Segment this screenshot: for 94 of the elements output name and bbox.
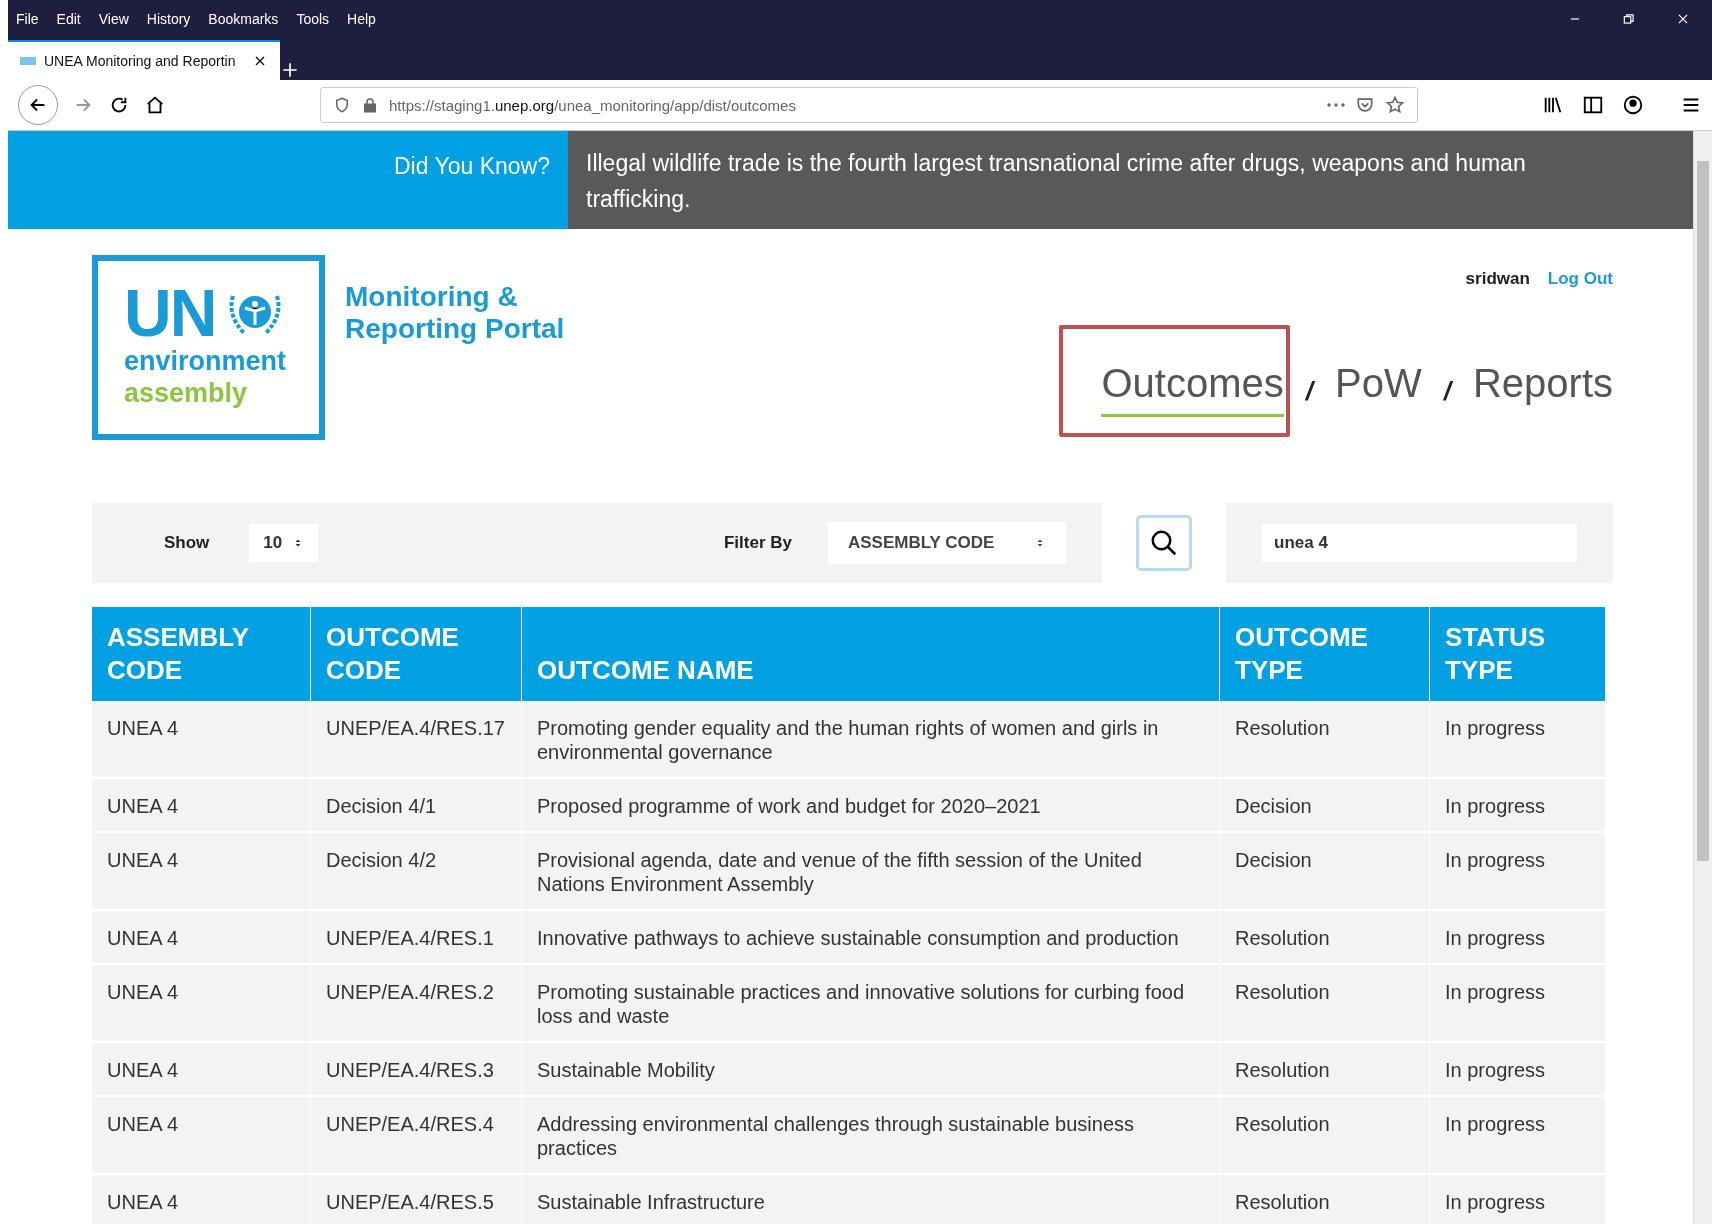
new-tab-button[interactable] (280, 60, 300, 80)
menu-item[interactable]: File (14, 9, 41, 29)
table-cell: UNEP/EA.4/RES.3 (310, 1042, 522, 1096)
lock-icon (361, 96, 379, 114)
sidebar-button[interactable] (1582, 94, 1604, 116)
table-cell: In progress (1429, 1096, 1606, 1174)
menu-item[interactable]: Edit (54, 9, 83, 29)
table-cell: In progress (1429, 1042, 1606, 1096)
restore-button[interactable] (1622, 12, 1636, 26)
logo-text: UN (124, 283, 216, 343)
username: sridwan (1465, 269, 1530, 289)
close-button[interactable] (1676, 12, 1690, 26)
show-label: Show (164, 533, 210, 553)
table-cell: Resolution (1219, 964, 1430, 1042)
nav-tab[interactable]: PoW (1335, 361, 1422, 417)
table-cell: Resolution (1219, 701, 1430, 778)
menu-item[interactable]: Bookmarks (206, 9, 281, 29)
restore-icon (1622, 12, 1636, 26)
column-header: ASSEMBLY CODE (92, 607, 311, 701)
table-cell: Sustainable Mobility (521, 1042, 1220, 1096)
star-icon (1385, 95, 1405, 115)
more-dots-icon (1327, 103, 1345, 107)
nav-separator: / (1443, 376, 1451, 408)
banner-label: Did You Know? (8, 131, 568, 229)
scrollbar[interactable] (1693, 131, 1712, 1224)
search-button[interactable] (1136, 515, 1192, 571)
account-button[interactable] (1622, 94, 1644, 116)
table-cell: Decision (1219, 832, 1430, 910)
menu-item[interactable]: View (96, 9, 131, 29)
filter-label: Filter By (723, 533, 792, 553)
menu-item[interactable]: Tools (294, 9, 332, 29)
table-cell: UNEA 4 (92, 778, 311, 832)
nav-tab[interactable]: Outcomes (1101, 361, 1284, 417)
pocket-icon (1355, 95, 1375, 115)
table-cell: Promoting gender equality and the human rights of women and girls in environmental governance (521, 701, 1220, 778)
table-cell: Proposed programme of work and budget for 2020–2021 (521, 778, 1220, 832)
table-cell: Innovative pathways to achieve sustainable consumption and production (521, 910, 1220, 964)
nav-tab[interactable]: Reports (1472, 361, 1613, 417)
table-cell: Addressing environmental challenges through sustainable business practices (521, 1096, 1220, 1174)
table-cell: UNEA 4 (92, 1042, 311, 1096)
table-cell: Resolution (1219, 910, 1430, 964)
table-cell: UNEA 4 (92, 832, 311, 910)
table-cell: In progress (1429, 832, 1606, 910)
table-cell: UNEA 4 (92, 964, 311, 1042)
site-favicon-icon (20, 55, 36, 67)
shield-icon (333, 96, 351, 114)
table-cell: In progress (1429, 910, 1606, 964)
table-cell: UNEA 4 (92, 910, 311, 964)
close-icon (1676, 12, 1690, 26)
library-button[interactable] (1542, 94, 1564, 116)
table-cell: UNEP/EA.4/RES.1 (310, 910, 522, 964)
table-cell: UNEA 4 (92, 1174, 311, 1224)
page-size-select[interactable]: 10 (249, 524, 319, 562)
home-icon (144, 94, 166, 116)
table-cell: Decision 4/1 (310, 778, 522, 832)
filter-select[interactable]: ASSEMBLY CODE (828, 522, 1066, 564)
address-bar[interactable]: https://staging1.unep.org/unea_monitoring/app/dist/outcomes (320, 87, 1418, 123)
banner-text: Illegal wildlife trade is the fourth largest transnational crime after drugs, weapons and human trafficking. (568, 131, 1693, 229)
table-cell: UNEP/EA.4/RES.4 (310, 1096, 522, 1174)
plus-icon (280, 60, 300, 80)
logo-text: environment (124, 345, 288, 377)
table-cell: UNEA 4 (92, 1096, 311, 1174)
column-header: OUTCOME NAME (521, 607, 1220, 701)
table-cell: Decision (1219, 778, 1430, 832)
library-icon (1542, 94, 1564, 116)
table-cell: Resolution (1219, 1096, 1430, 1174)
table-cell: UNEP/EA.4/RES.2 (310, 964, 522, 1042)
table-cell: UNEP/EA.4/RES.5 (310, 1174, 522, 1224)
home-button[interactable] (144, 94, 166, 116)
column-header: OUTCOME TYPE (1219, 607, 1430, 701)
table-cell: Resolution (1219, 1042, 1430, 1096)
table-cell: Decision 4/2 (310, 832, 522, 910)
table-cell: UNEA 4 (92, 701, 311, 778)
portal-title: Monitoring & Reporting Portal (345, 281, 565, 346)
table-cell: Promoting sustainable practices and innovative solutions for curbing food loss and waste (521, 964, 1220, 1042)
table-cell: Resolution (1219, 1174, 1430, 1224)
column-header: STATUS TYPE (1429, 607, 1606, 701)
sidebar-icon (1582, 94, 1604, 116)
search-icon (1149, 528, 1179, 558)
table-cell: Sustainable Infrastructure (521, 1174, 1220, 1224)
nav-separator: / (1305, 376, 1313, 408)
browser-tab[interactable]: UNEA Monitoring and Reportin (8, 40, 280, 80)
table-cell: In progress (1429, 701, 1606, 778)
menu-item[interactable]: Help (345, 9, 378, 29)
search-field[interactable]: unea 4 (1262, 524, 1577, 562)
table-cell: In progress (1429, 778, 1606, 832)
menu-item[interactable]: History (144, 9, 193, 29)
column-header: OUTCOME CODE (310, 607, 522, 701)
table-cell: In progress (1429, 1174, 1606, 1224)
table-cell: In progress (1429, 964, 1606, 1042)
table-cell: UNEP/EA.4/RES.17 (310, 701, 522, 778)
table-cell: Provisional agenda, date and venue of the fifth session of the United Nations Environment Assembly (521, 832, 1220, 910)
account-icon (1622, 94, 1644, 116)
logo-text: assembly (124, 377, 249, 409)
